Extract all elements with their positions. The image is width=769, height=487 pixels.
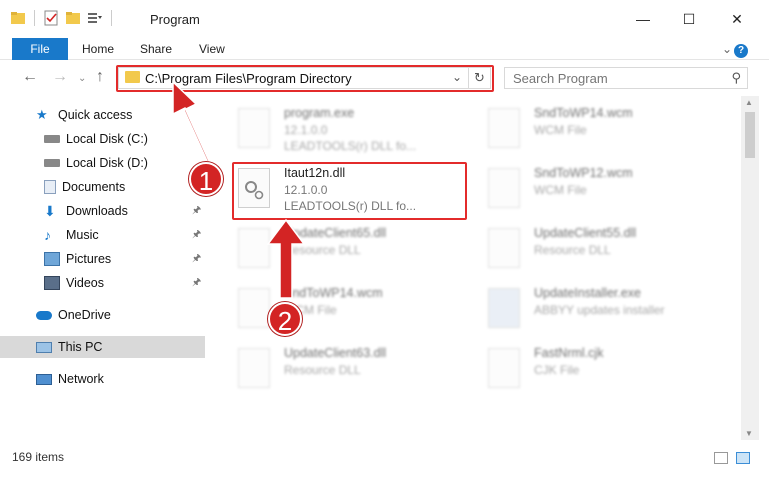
details-view-icon[interactable]	[714, 452, 728, 464]
item-count: 169 items	[12, 450, 65, 464]
large-icons-view-icon[interactable]	[736, 452, 750, 464]
annotation-arrows	[172, 80, 306, 299]
step-badge-2: 2	[268, 302, 302, 336]
arrow-to-file	[266, 218, 306, 299]
status-bar: 169 items	[0, 446, 769, 470]
arrow-to-address-bar	[172, 80, 215, 176]
step-badge-1: 1	[189, 162, 223, 196]
